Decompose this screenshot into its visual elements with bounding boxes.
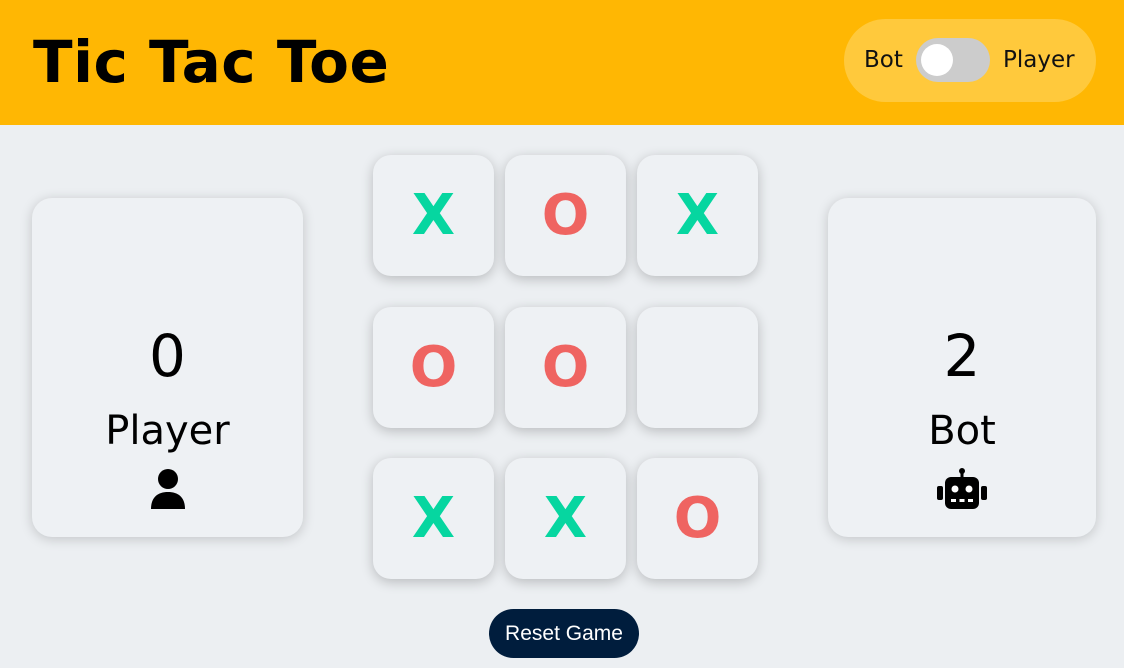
bot-score: 2 — [943, 322, 981, 390]
board-cell-3[interactable]: X — [637, 155, 758, 276]
board-cell-9[interactable]: O — [637, 458, 758, 579]
toggle-knob — [921, 44, 953, 76]
reset-game-button[interactable]: Reset Game — [489, 609, 639, 658]
toggle-label-player: Player — [1003, 47, 1075, 73]
bot-name: Bot — [928, 408, 996, 454]
board-cell-7[interactable]: X — [373, 458, 494, 579]
mode-toggle-switch[interactable] — [916, 38, 990, 82]
header: Tic Tac Toe Bot Player — [0, 0, 1124, 125]
player-score-card: 0 Player — [32, 198, 303, 537]
board-cell-6[interactable] — [637, 307, 758, 428]
toggle-label-bot: Bot — [864, 47, 903, 73]
user-icon — [142, 466, 194, 512]
robot-icon — [936, 466, 988, 512]
board-cell-5[interactable]: O — [505, 307, 626, 428]
page-title: Tic Tac Toe — [33, 28, 390, 96]
board-cell-4[interactable]: O — [373, 307, 494, 428]
board-cell-8[interactable]: X — [505, 458, 626, 579]
player-score: 0 — [149, 322, 186, 390]
board-cell-2[interactable]: O — [505, 155, 626, 276]
board-cell-1[interactable]: X — [373, 155, 494, 276]
mode-toggle-container: Bot Player — [844, 19, 1096, 102]
player-name: Player — [105, 408, 230, 454]
bot-score-card: 2 Bot — [828, 198, 1096, 537]
